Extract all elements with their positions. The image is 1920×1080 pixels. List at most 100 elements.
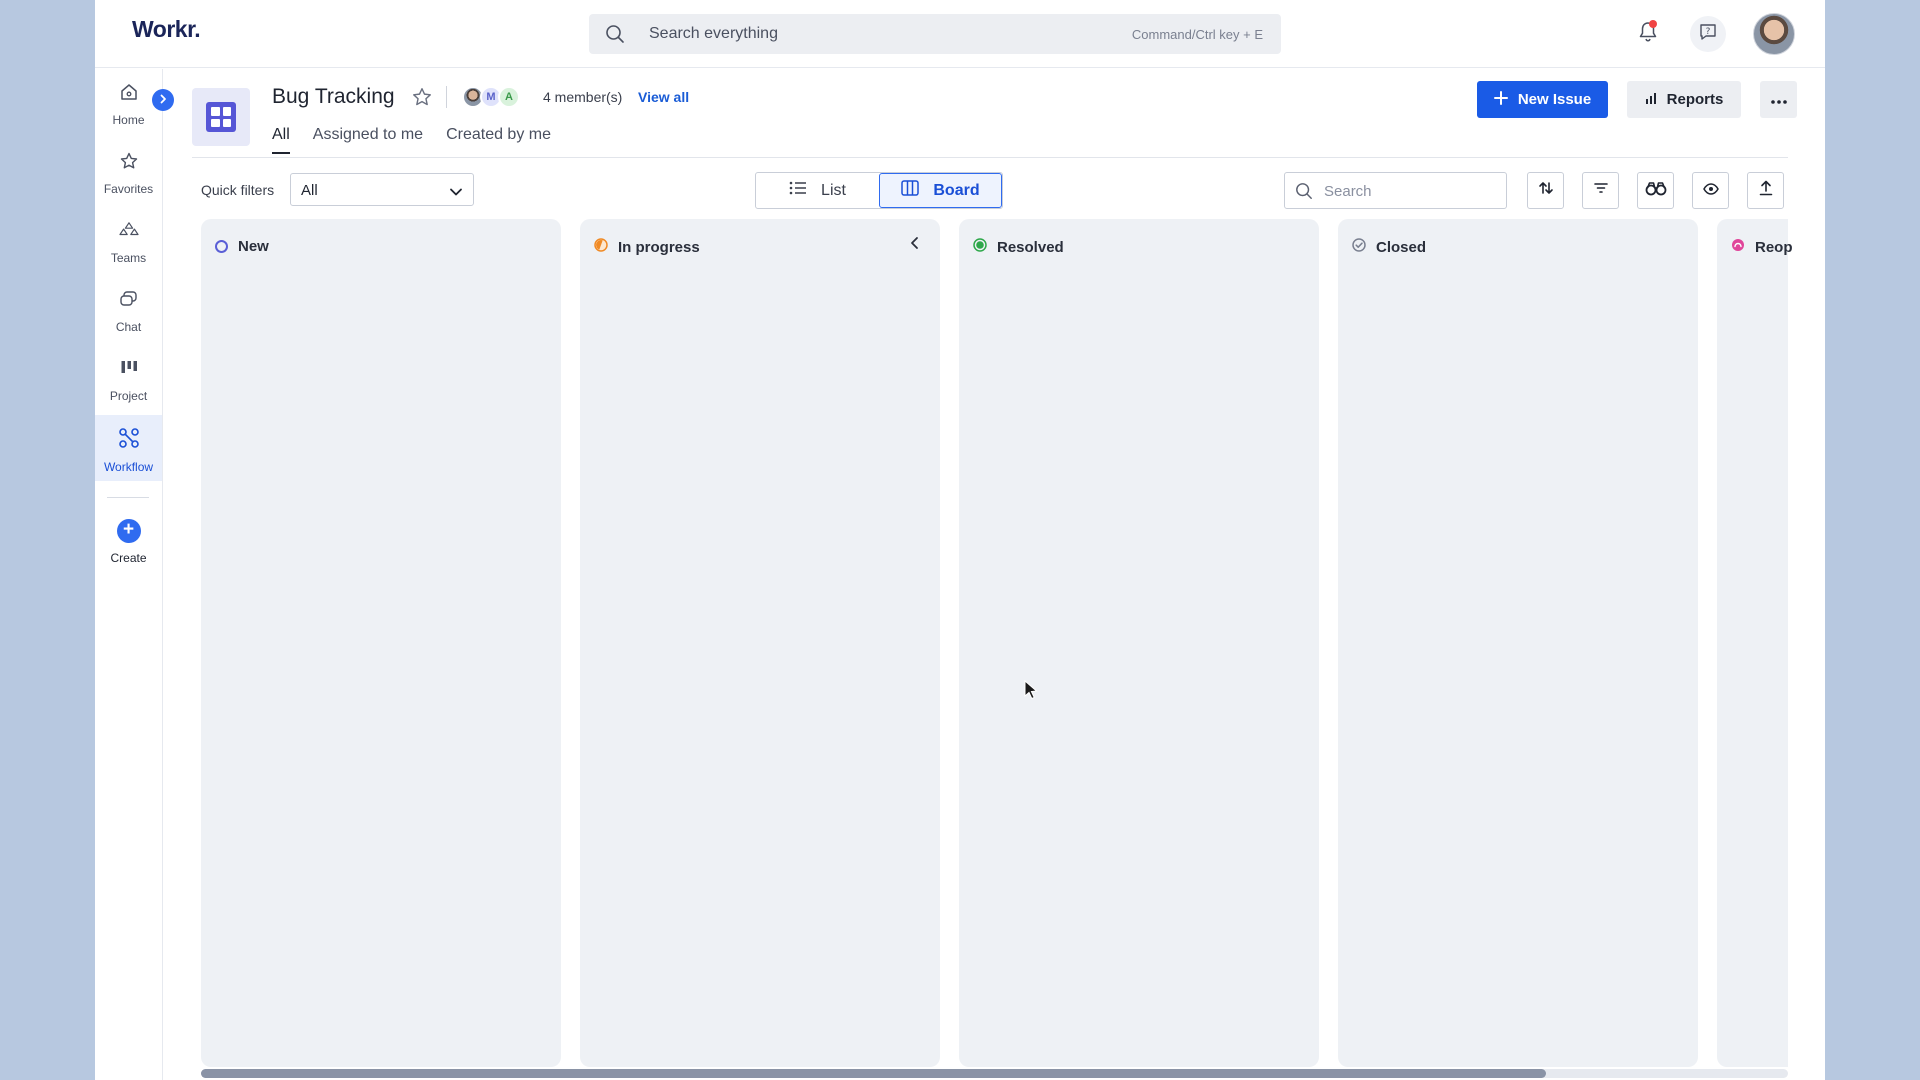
plus-icon: + [116,519,141,543]
reports-button[interactable]: Reports [1627,81,1741,118]
nav-item-project[interactable]: Project [95,346,162,412]
home-icon [119,82,139,107]
board-view-label: Board [933,181,980,199]
help-chat-button[interactable]: ? [1690,16,1726,52]
board-column-reopened: Reop [1717,219,1793,1067]
svg-text:?: ? [1706,27,1711,37]
filter-button[interactable] [1582,172,1619,209]
user-avatar[interactable] [1753,13,1795,55]
search-icon [1295,182,1313,205]
nav-item-label: Project [109,389,148,403]
tab-assigned-to-me[interactable]: Assigned to me [313,126,423,154]
workflow-icon [118,427,140,454]
filter-icon [1593,181,1609,200]
nav-item-label: Teams [110,251,147,265]
chevron-down-icon [449,184,463,202]
nav-item-workflow[interactable]: Workflow [95,415,162,481]
board-column-new: New [201,219,561,1067]
title-divider [446,86,447,108]
status-filled-circle-icon [973,238,987,256]
list-view-button[interactable]: List [756,173,879,208]
board-icon [192,88,250,146]
board-search-input[interactable]: Search [1284,172,1507,209]
quick-filter-value: All [301,182,318,199]
view-all-link[interactable]: View all [638,89,689,105]
global-search-placeholder: Search everything [649,25,778,42]
view-toggle: List Board [755,172,1003,209]
notification-badge [1649,20,1657,28]
quick-filters-label: Quick filters [201,182,275,198]
member-count: 4 member(s) [543,89,623,105]
create-button[interactable]: + Create [95,519,162,589]
column-title: In progress [618,238,700,256]
favorite-star-icon[interactable] [411,86,433,113]
nav-item-chat[interactable]: Chat [95,277,162,343]
tabs-divider [192,157,1788,158]
status-check-circle-icon [1352,238,1366,256]
tab-all[interactable]: All [272,126,290,154]
list-icon [789,180,807,201]
scrollbar-thumb[interactable] [201,1069,1546,1078]
app-logo[interactable]: Workr. [132,16,201,43]
status-open-circle-icon [215,240,228,253]
column-header: Closed [1352,238,1426,256]
board-column-closed: Closed [1338,219,1698,1067]
column-header: Resolved [973,238,1064,256]
column-header: In progress [594,238,700,256]
column-title: Reop [1755,238,1793,256]
column-header: Reop [1731,238,1793,256]
left-nav: Home Favorites Teams Chat Project Workfl… [95,69,163,1080]
eye-icon [1702,182,1719,200]
reports-label: Reports [1666,91,1724,108]
member-avatar: A [498,86,520,108]
nav-divider [107,497,149,498]
board-column-in-progress: In progress [580,219,940,1067]
chat-icon [119,289,139,314]
page-title: Bug Tracking [272,85,395,108]
board-view-button[interactable]: Board [879,173,1002,208]
horizontal-scrollbar[interactable] [201,1069,1788,1078]
notifications-button[interactable] [1630,16,1666,52]
plus-icon [1493,90,1508,109]
bar-chart-icon [1645,91,1657,108]
find-button[interactable] [1637,172,1674,209]
nav-item-label: Favorites [103,182,154,196]
expand-sidebar-button[interactable] [152,89,174,111]
column-title: Resolved [997,238,1064,256]
column-title: New [238,238,269,255]
nav-item-label: Chat [115,320,142,334]
board-columns-icon [901,180,920,201]
create-label: Create [110,551,147,565]
global-search-input[interactable]: Search everything Command/Ctrl key + E [589,14,1281,54]
binoculars-icon [1645,180,1667,201]
board-column-resolved: Resolved [959,219,1319,1067]
nav-item-teams[interactable]: Teams [95,208,162,274]
column-title: Closed [1376,238,1427,256]
sort-icon [1538,180,1554,201]
tab-created-by-me[interactable]: Created by me [446,126,551,154]
board-search-placeholder: Search [1324,183,1372,200]
member-avatars[interactable]: M A [462,86,520,108]
visibility-button[interactable] [1692,172,1729,209]
status-reopen-icon [1731,238,1745,256]
search-icon [605,24,625,49]
search-shortcut-hint: Command/Ctrl key + E [1131,27,1263,42]
top-bar: Workr. Search everything Command/Ctrl ke… [95,0,1825,68]
column-header: New [215,238,269,255]
collapse-column-button[interactable] [908,236,922,255]
sort-button[interactable] [1527,172,1564,209]
app-window: Workr. Search everything Command/Ctrl ke… [95,0,1825,1080]
nav-item-favorites[interactable]: Favorites [95,139,162,205]
new-issue-button[interactable]: New Issue [1477,81,1608,118]
more-options-button[interactable] [1760,81,1797,118]
teams-icon [118,220,139,245]
quick-filter-select[interactable]: All [290,173,474,206]
mouse-cursor [1024,679,1038,705]
project-icon [119,358,139,383]
nav-item-label: Home [112,113,145,127]
view-tabs: All Assigned to me Created by me [272,126,574,154]
status-half-circle-icon [594,238,608,256]
upload-icon [1759,180,1773,201]
list-view-label: List [821,181,846,199]
export-button[interactable] [1747,172,1784,209]
